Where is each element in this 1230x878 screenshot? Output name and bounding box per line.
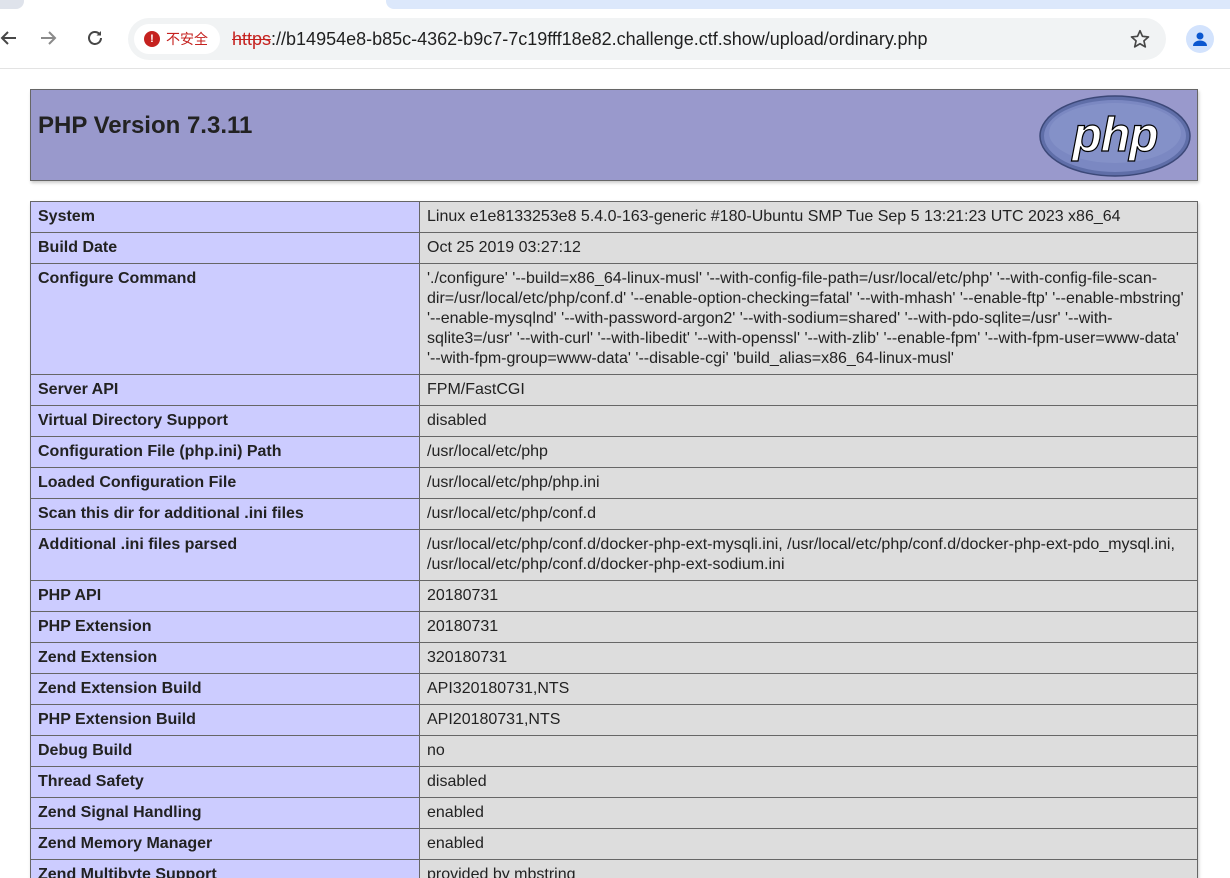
arrow-right-icon bbox=[41, 31, 57, 45]
row-value: /usr/local/etc/php/php.ini bbox=[419, 467, 1198, 499]
url-rest: ://b14954e8-b85c-4362-b9c7-7c19fff18e82.… bbox=[271, 29, 928, 49]
php-logo-text: php bbox=[1071, 109, 1158, 162]
php-version-header: PHP Version 7.3.11 php bbox=[30, 89, 1198, 181]
row-key: Build Date bbox=[30, 232, 420, 264]
row-key: Configuration File (php.ini) Path bbox=[30, 436, 420, 468]
row-key: PHP API bbox=[30, 580, 420, 612]
row-key: Server API bbox=[30, 374, 420, 406]
row-key: Thread Safety bbox=[30, 766, 420, 798]
page-content: PHP Version 7.3.11 php System Linux e1e81… bbox=[0, 70, 1230, 878]
table-row: Virtual Directory Support disabled bbox=[30, 405, 1198, 437]
row-value: Oct 25 2019 03:27:12 bbox=[419, 232, 1198, 264]
table-row: PHP Extension 20180731 bbox=[30, 611, 1198, 643]
table-row: Configuration File (php.ini) Path/usr/lo… bbox=[30, 436, 1198, 468]
row-value: './configure' '--build=x86_64-linux-musl… bbox=[419, 263, 1198, 375]
table-row: Server API FPM/FastCGI bbox=[30, 374, 1198, 406]
row-value: enabled bbox=[419, 828, 1198, 860]
back-button[interactable] bbox=[0, 21, 26, 55]
warning-icon: ! bbox=[144, 31, 160, 47]
php-info-table: System Linux e1e8133253e8 5.4.0-163-gener… bbox=[30, 201, 1198, 878]
row-key: Zend Extension bbox=[30, 642, 420, 674]
row-key: PHP Extension bbox=[30, 611, 420, 643]
row-value: provided by mbstring bbox=[419, 859, 1198, 878]
table-row: Additional .ini files parsed/usr/local/e… bbox=[30, 529, 1198, 581]
row-value: FPM/FastCGI bbox=[419, 374, 1198, 406]
security-chip[interactable]: ! 不安全 bbox=[134, 24, 220, 54]
row-key: Zend Multibyte Support bbox=[30, 859, 420, 878]
address-bar[interactable]: ! 不安全 https://b14954e8-b85c-4362-b9c7-7c… bbox=[128, 18, 1166, 60]
bookmark-button[interactable] bbox=[1128, 27, 1152, 51]
arrow-left-icon bbox=[0, 31, 16, 45]
reload-icon bbox=[88, 31, 102, 45]
row-value: 320180731 bbox=[419, 642, 1198, 674]
security-label: 不安全 bbox=[166, 31, 208, 47]
row-key: Virtual Directory Support bbox=[30, 405, 420, 437]
table-row: Thread Safety disabled bbox=[30, 766, 1198, 798]
row-key: Zend Memory Manager bbox=[30, 828, 420, 860]
row-value: 20180731 bbox=[419, 611, 1198, 643]
row-key: PHP Extension Build bbox=[30, 704, 420, 736]
tab-strip bbox=[0, 0, 1230, 9]
table-row: Zend Memory Manager enabled bbox=[30, 828, 1198, 860]
table-row: Scan this dir for additional .ini files /… bbox=[30, 498, 1198, 530]
row-value: 20180731 bbox=[419, 580, 1198, 612]
inactive-tab-edge[interactable] bbox=[0, 0, 24, 9]
row-key: Zend Signal Handling bbox=[30, 797, 420, 829]
row-value: API20180731,NTS bbox=[419, 704, 1198, 736]
row-value: /usr/local/etc/php bbox=[419, 436, 1198, 468]
star-icon bbox=[1130, 29, 1150, 48]
row-key: Scan this dir for additional .ini files bbox=[30, 498, 420, 530]
active-tab-edge[interactable] bbox=[386, 0, 1230, 9]
url-scheme: https bbox=[232, 29, 272, 49]
row-key: Zend Extension Build bbox=[30, 673, 420, 705]
row-key: Configure Command bbox=[30, 263, 420, 375]
table-row: Zend Multibyte Support provided by mbstri… bbox=[30, 859, 1198, 878]
row-value: API320180731,NTS bbox=[419, 673, 1198, 705]
url-text[interactable]: https://b14954e8-b85c-4362-b9c7-7c19fff1… bbox=[232, 18, 928, 60]
browser-toolbar: ! 不安全 https://b14954e8-b85c-4362-b9c7-7c… bbox=[0, 9, 1230, 69]
table-row: Configure Command './configure' '--build=… bbox=[30, 263, 1198, 375]
table-row: Build Date Oct 25 2019 03:27:12 bbox=[30, 232, 1198, 264]
row-value: no bbox=[419, 735, 1198, 767]
table-row: PHP API 20180731 bbox=[30, 580, 1198, 612]
row-key: Additional .ini files parsed bbox=[30, 529, 420, 581]
table-row: Zend Extension Build API320180731,NTS bbox=[30, 673, 1198, 705]
reload-button[interactable] bbox=[78, 21, 112, 55]
row-value: /usr/local/etc/php/conf.d bbox=[419, 498, 1198, 530]
profile-button[interactable] bbox=[1186, 25, 1214, 53]
row-key: Loaded Configuration File bbox=[30, 467, 420, 499]
table-row: System Linux e1e8133253e8 5.4.0-163-gener… bbox=[30, 201, 1198, 233]
row-value: disabled bbox=[419, 405, 1198, 437]
table-row: Zend Signal Handling enabled bbox=[30, 797, 1198, 829]
table-row: PHP Extension Build API20180731,NTS bbox=[30, 704, 1198, 736]
person-icon bbox=[1193, 32, 1207, 46]
row-value: Linux e1e8133253e8 5.4.0-163-generic #18… bbox=[419, 201, 1198, 233]
row-value: enabled bbox=[419, 797, 1198, 829]
table-row: Debug Build no bbox=[30, 735, 1198, 767]
row-key: Debug Build bbox=[30, 735, 420, 767]
row-value: disabled bbox=[419, 766, 1198, 798]
row-value: /usr/local/etc/php/conf.d/docker-php-ext… bbox=[419, 529, 1198, 581]
table-row: Zend Extension 320180731 bbox=[30, 642, 1198, 674]
row-key: System bbox=[30, 201, 420, 233]
table-row: Loaded Configuration File/usr/local/etc/… bbox=[30, 467, 1198, 499]
page-title: PHP Version 7.3.11 bbox=[38, 112, 253, 139]
forward-button[interactable] bbox=[31, 21, 65, 55]
php-logo: php bbox=[1039, 95, 1191, 177]
